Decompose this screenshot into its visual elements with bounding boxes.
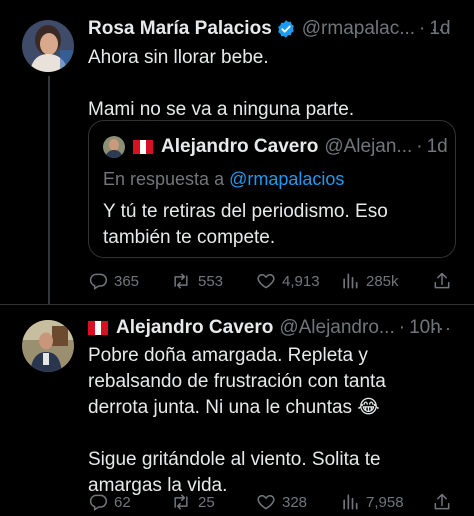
tweet2-action-bar: 62 25 328 7,958 xyxy=(0,489,474,515)
quoted-timestamp[interactable]: 1d xyxy=(427,135,448,159)
author-handle[interactable]: @Alejandro... xyxy=(279,316,394,340)
like-button[interactable]: 328 xyxy=(256,492,307,512)
views-count: 285k xyxy=(366,272,399,290)
avatar-alejandro-cavero[interactable] xyxy=(22,320,74,372)
share-icon xyxy=(434,493,450,510)
like-count: 4,913 xyxy=(282,272,320,290)
views-icon xyxy=(343,273,358,289)
quoted-header: Alejandro Cavero @Alejan... · 1d xyxy=(133,135,448,159)
author-name[interactable]: Rosa María Palacios xyxy=(88,17,272,41)
share-icon xyxy=(434,272,450,289)
views-icon xyxy=(343,494,358,510)
views-count: 7,958 xyxy=(366,493,404,511)
quoted-author-name[interactable]: Alejandro Cavero xyxy=(161,135,318,159)
quoted-author-avatar[interactable] xyxy=(103,136,125,158)
tweet1-header: Rosa María Palacios @rmapalac... · 1d xyxy=(88,17,451,41)
tweet2-header: Alejandro Cavero @Alejandro... · 10h xyxy=(88,316,441,340)
author-name[interactable]: Alejandro Cavero xyxy=(116,316,273,340)
retweet-icon xyxy=(174,273,188,289)
reply-icon xyxy=(89,273,108,290)
peru-flag-icon xyxy=(133,140,153,154)
like-button[interactable]: 4,913 xyxy=(256,271,320,291)
author-handle[interactable]: @rmapalac... xyxy=(302,17,415,41)
retweet-count: 553 xyxy=(198,272,224,290)
retweet-icon xyxy=(174,494,188,510)
peru-flag-icon xyxy=(88,321,108,335)
share-button[interactable] xyxy=(432,492,458,512)
tweet-alejandro-cavero[interactable]: Alejandro Cavero @Alejandro... · 10h ···… xyxy=(0,305,474,516)
like-icon xyxy=(257,274,275,289)
reply-count: 62 xyxy=(114,493,131,511)
retweet-count: 25 xyxy=(198,493,215,511)
reply-context: En respuesta a @rmapalacios xyxy=(103,169,344,190)
more-icon[interactable]: ··· xyxy=(431,318,452,339)
reply-mention-link[interactable]: @rmapalacios xyxy=(229,169,344,189)
tweet1-action-bar: 365 553 4,913 285k xyxy=(0,268,474,294)
avatar-rosa-maria-palacios[interactable] xyxy=(22,20,74,72)
separator-dot: · xyxy=(419,18,426,39)
separator-dot: · xyxy=(416,136,423,157)
share-button[interactable] xyxy=(432,271,458,291)
reply-prefix: En respuesta a xyxy=(103,169,230,189)
reply-count: 365 xyxy=(114,272,140,290)
like-icon xyxy=(257,495,275,510)
separator-dot: · xyxy=(398,317,406,338)
quoted-tweet-card[interactable]: Alejandro Cavero @Alejan... · 1d En resp… xyxy=(88,120,456,258)
tweet-rosa-maria-palacios[interactable]: Rosa María Palacios @rmapalac... · 1d ··… xyxy=(0,0,474,304)
reply-button[interactable]: 62 xyxy=(88,492,131,512)
reply-button[interactable]: 365 xyxy=(88,271,139,291)
like-count: 328 xyxy=(282,493,308,511)
views-button[interactable]: 7,958 xyxy=(340,492,404,512)
tweet1-text: Ahora sin llorar bebe. Mami no se va a n… xyxy=(88,47,355,120)
retweet-button[interactable]: 25 xyxy=(170,492,215,512)
retweet-button[interactable]: 553 xyxy=(170,271,223,291)
verified-badge-icon xyxy=(276,19,296,39)
tweet2-text: Pobre doña amargada. Repleta y rebalsand… xyxy=(88,345,386,496)
reply-icon xyxy=(89,494,108,511)
quoted-tweet-text: Y tú te retiras del periodismo. Eso tamb… xyxy=(103,201,388,248)
more-icon[interactable]: ··· xyxy=(431,19,452,40)
views-button[interactable]: 285k xyxy=(340,271,399,291)
quoted-author-handle[interactable]: @Alejan... xyxy=(324,135,412,159)
